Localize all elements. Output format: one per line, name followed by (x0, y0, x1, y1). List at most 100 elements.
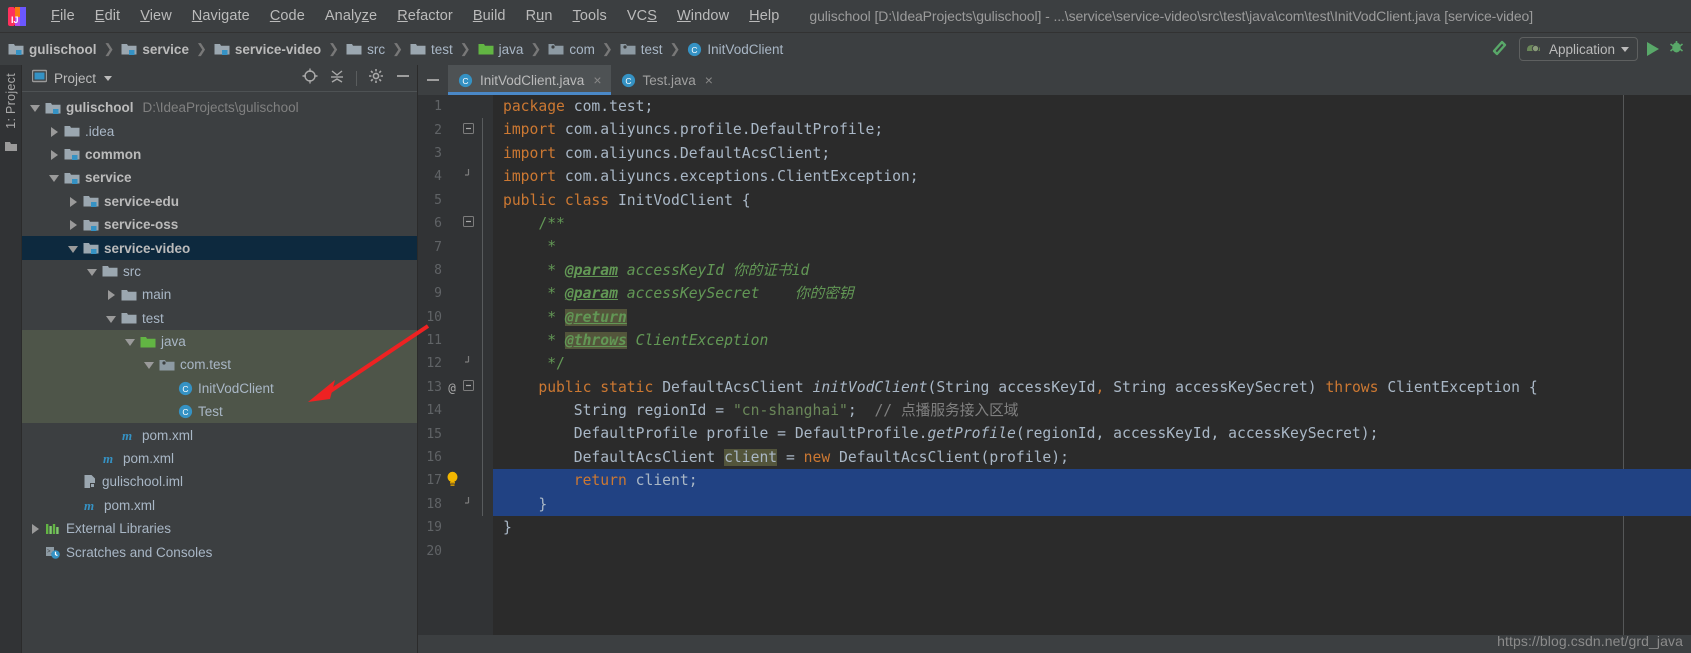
code-line-6[interactable]: /** (493, 212, 1691, 235)
breadcrumb-item-initvodclient[interactable]: C InitVodClient (687, 42, 783, 57)
tree-node-service-oss[interactable]: service-oss (22, 213, 417, 236)
minimize-icon[interactable] (395, 68, 411, 89)
tree-node-common[interactable]: common (22, 143, 417, 166)
sidebar-item-project[interactable]: 1: Project (4, 73, 18, 129)
tree-node-service-video[interactable]: service-video (22, 236, 417, 260)
debug-bug-icon[interactable] (1668, 38, 1685, 60)
code-content[interactable]: package com.test; import com.aliyuncs.pro… (493, 95, 1691, 635)
chevron-right-icon[interactable] (106, 289, 117, 301)
chevron-down-icon[interactable] (49, 172, 60, 183)
code-line-13[interactable]: public static DefaultAcsClient initVodCl… (493, 376, 1691, 399)
code-line-7[interactable]: * (493, 235, 1691, 258)
code-line-15[interactable]: DefaultProfile profile = DefaultProfile.… (493, 422, 1691, 445)
code-line-10[interactable]: * @return (493, 306, 1691, 329)
menu-item-window[interactable]: Window (667, 5, 739, 27)
menu-item-navigate[interactable]: Navigate (182, 5, 260, 27)
breadcrumb-item-test[interactable]: test (620, 42, 663, 57)
breadcrumb-item-service-video[interactable]: service-video (214, 42, 321, 57)
hammer-icon[interactable] (1490, 37, 1510, 62)
code-line-19[interactable]: } (493, 516, 1691, 539)
tree-node-gulischool[interactable]: gulischool D:\IdeaProjects\gulischool (22, 96, 417, 119)
intention-bulb-icon[interactable] (444, 471, 460, 491)
menu-item-edit[interactable]: Edit (85, 5, 130, 27)
fold-end-icon[interactable] (460, 496, 476, 512)
tree-node-pom-xml[interactable]: m pom.xml (22, 423, 417, 446)
menu-item-run[interactable]: Run (516, 5, 563, 27)
tree-node-test[interactable]: C Test (22, 400, 417, 424)
fold-end-icon[interactable] (460, 356, 476, 371)
gutter-line-19[interactable]: 19 (418, 516, 493, 539)
breadcrumb-item-test[interactable]: test (410, 42, 453, 57)
chevron-right-icon[interactable] (68, 219, 79, 231)
run-configuration-selector[interactable]: Application (1518, 37, 1638, 61)
tree-node-gulischool-iml[interactable]: gulischool.iml (22, 470, 417, 493)
tree-node-external-libraries[interactable]: External Libraries (22, 517, 417, 540)
code-line-11[interactable]: * @throws ClientException (493, 329, 1691, 352)
close-icon[interactable]: × (593, 73, 601, 87)
gutter-line-1[interactable]: 1 (418, 95, 493, 118)
menu-item-vcs[interactable]: VCS (617, 5, 667, 27)
code-line-8[interactable]: * @param accessKeyId 你的证书id (493, 259, 1691, 282)
project-tree[interactable]: gulischool D:\IdeaProjects\gulischool .ide… (22, 92, 417, 653)
menu-item-build[interactable]: Build (463, 5, 516, 27)
gear-icon[interactable] (368, 68, 384, 89)
code-line-9[interactable]: * @param accessKeySecret 你的密钥 (493, 282, 1691, 305)
chevron-right-icon[interactable] (30, 523, 41, 535)
fold-end-icon[interactable] (460, 169, 476, 184)
tree-node-pom-xml[interactable]: m pom.xml (22, 494, 417, 517)
collapse-all-icon[interactable] (329, 68, 345, 89)
code-line-14[interactable]: String regionId = "cn-shanghai"; // 点播服务… (493, 399, 1691, 422)
run-play-icon[interactable] (1647, 42, 1659, 56)
menu-item-view[interactable]: View (130, 5, 182, 27)
code-editor[interactable]: 1 2 3 4 5 6 7 8 9 10 11 12 13 @14 15 16 17 18 19 20 package… (418, 95, 1691, 635)
menu-item-analyze[interactable]: Analyze (315, 5, 387, 27)
chevron-down-icon[interactable] (104, 75, 113, 81)
chevron-down-icon[interactable] (30, 102, 41, 113)
tree-node-service-edu[interactable]: service-edu (22, 190, 417, 213)
editor-gutter[interactable]: 1 2 3 4 5 6 7 8 9 10 11 12 13 @14 15 16 17 18 19 20 (418, 95, 493, 635)
chevron-down-icon[interactable] (106, 313, 117, 324)
tree-node-scratches-and-consoles[interactable]: >_ Scratches and Consoles (22, 540, 417, 563)
breadcrumb-item-src[interactable]: src (346, 42, 385, 57)
editor-tab-test-java[interactable]: C Test.java × (610, 65, 722, 95)
chevron-right-icon[interactable] (49, 126, 60, 137)
code-line-5[interactable]: public class InitVodClient { (493, 189, 1691, 212)
tree-node-main[interactable]: main (22, 283, 417, 306)
code-line-18[interactable]: } (493, 492, 1691, 517)
tree-node-com-test[interactable]: com.test (22, 353, 417, 377)
editor-tab-initvodclient-java[interactable]: C InitVodClient.java × (448, 65, 611, 95)
crosshair-target-icon[interactable] (302, 68, 318, 89)
chevron-down-icon[interactable] (125, 336, 136, 347)
tree-node-pom-xml[interactable]: m pom.xml (22, 447, 417, 470)
menu-item-refactor[interactable]: Refactor (387, 5, 463, 27)
minimize-icon[interactable] (418, 65, 448, 95)
breadcrumb-item-service[interactable]: service (121, 42, 189, 57)
code-line-16[interactable]: DefaultAcsClient client = new DefaultAcs… (493, 446, 1691, 469)
chevron-down-icon[interactable] (87, 266, 98, 277)
breadcrumb-item-java[interactable]: java (478, 42, 523, 57)
close-icon[interactable]: × (705, 73, 713, 87)
chevron-down-icon[interactable] (68, 243, 79, 254)
chevron-right-icon[interactable] (49, 149, 60, 160)
breadcrumb-item-gulischool[interactable]: gulischool (8, 42, 97, 57)
breadcrumb-item-com[interactable]: com (548, 42, 595, 57)
fold-collapse-icon[interactable] (460, 379, 476, 395)
gutter-line-20[interactable]: 20 (418, 539, 493, 562)
tree-node-test[interactable]: test (22, 307, 417, 330)
tree-node-initvodclient[interactable]: C InitVodClient (22, 376, 417, 401)
menu-item-code[interactable]: Code (260, 5, 315, 27)
fold-collapse-icon[interactable] (460, 122, 476, 138)
code-line-1[interactable]: package com.test; (493, 95, 1691, 118)
menu-item-file[interactable]: File (41, 5, 85, 27)
code-line-4[interactable]: import com.aliyuncs.exceptions.ClientExc… (493, 165, 1691, 188)
code-line-20[interactable] (493, 539, 1691, 562)
fold-collapse-icon[interactable] (460, 216, 476, 231)
tree-node-java[interactable]: java (22, 329, 417, 354)
chevron-right-icon[interactable] (68, 196, 79, 207)
chevron-down-icon[interactable] (144, 359, 155, 370)
tree-node--idea[interactable]: .idea (22, 119, 417, 142)
tree-node-service[interactable]: service (22, 166, 417, 189)
tree-node-src[interactable]: src (22, 260, 417, 283)
menu-item-tools[interactable]: Tools (563, 5, 617, 27)
code-line-2[interactable]: import com.aliyuncs.profile.DefaultProfi… (493, 118, 1691, 141)
